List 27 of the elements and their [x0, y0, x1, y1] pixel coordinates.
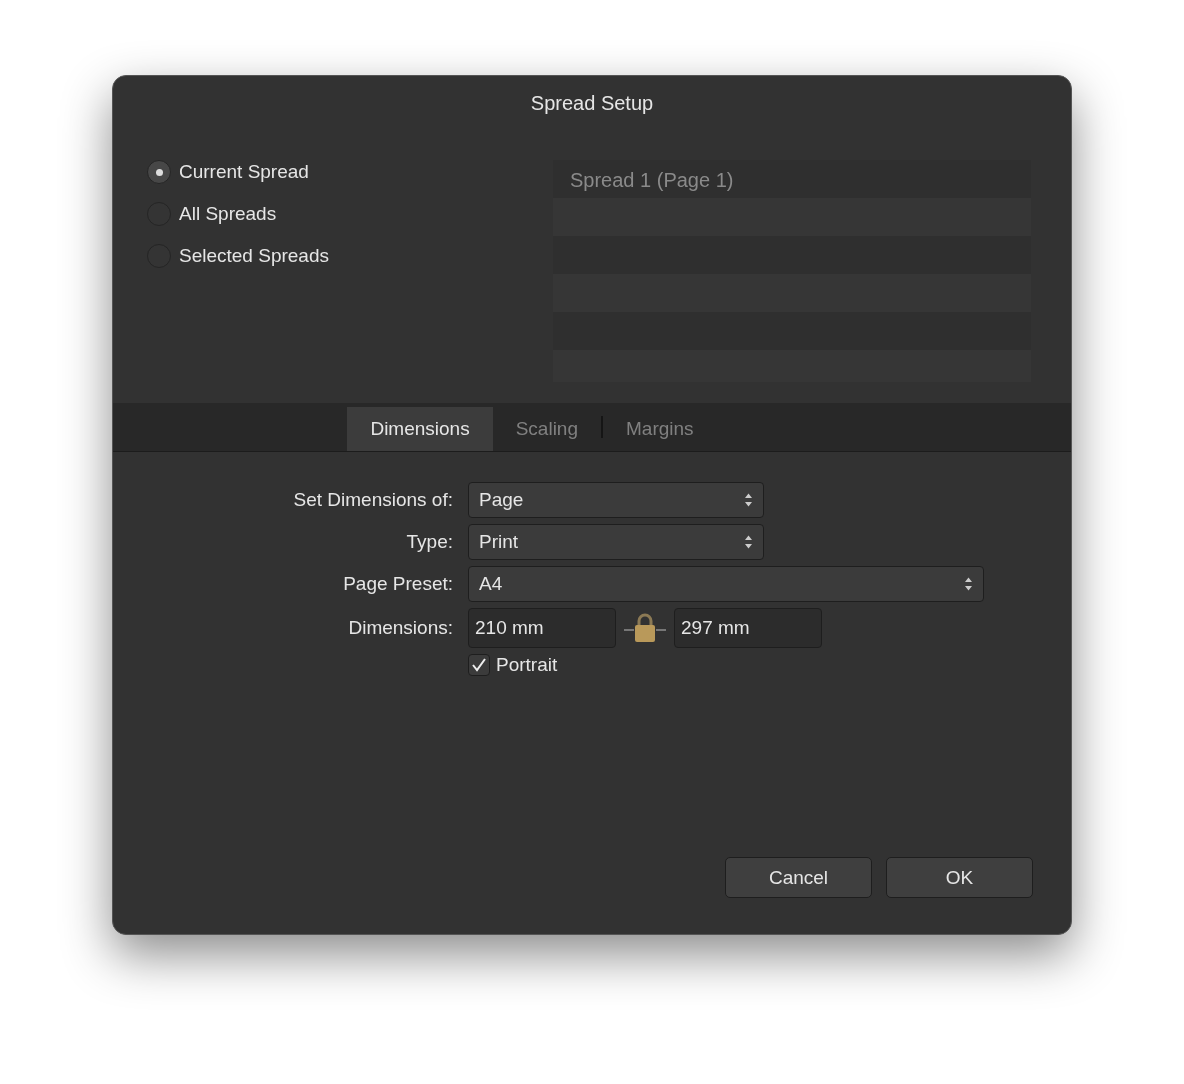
field-label: Page Preset:	[343, 573, 453, 595]
radio-button[interactable]	[147, 160, 171, 184]
width-field[interactable]: 210 mm	[468, 608, 616, 648]
checkbox-label: Portrait	[496, 654, 558, 676]
cancel-button[interactable]: Cancel	[725, 857, 872, 898]
radio-label: Selected Spreads	[179, 245, 329, 267]
tab[interactable]: Dimensions	[347, 407, 493, 451]
tab[interactable]: Scaling	[492, 407, 601, 451]
list-item[interactable]: Spread 1 (Page 1)	[553, 160, 1031, 198]
radio-label: All Spreads	[179, 203, 277, 225]
field-label: Type:	[406, 531, 453, 553]
tab[interactable]: Margins	[603, 407, 717, 451]
field-label: Set Dimensions of:	[293, 489, 453, 511]
field-label: Dimensions:	[348, 617, 453, 639]
ok-button[interactable]: OK	[886, 857, 1033, 898]
height-field[interactable]: 297 mm	[674, 608, 822, 648]
radio-label: Current Spread	[179, 161, 309, 183]
checkmark-icon	[471, 657, 487, 673]
stepper-arrows-icon	[964, 576, 973, 592]
padlock-icon[interactable]	[624, 613, 666, 643]
window-title: Spread Setup	[530, 92, 654, 115]
dropdown-select[interactable]: A4	[468, 566, 984, 602]
checkbox[interactable]	[468, 654, 490, 676]
dropdown-select[interactable]: Print	[468, 524, 764, 560]
stepper-arrows-icon	[744, 492, 753, 508]
stepper-arrows-icon	[744, 534, 753, 550]
dropdown-select[interactable]: Page	[468, 482, 764, 518]
